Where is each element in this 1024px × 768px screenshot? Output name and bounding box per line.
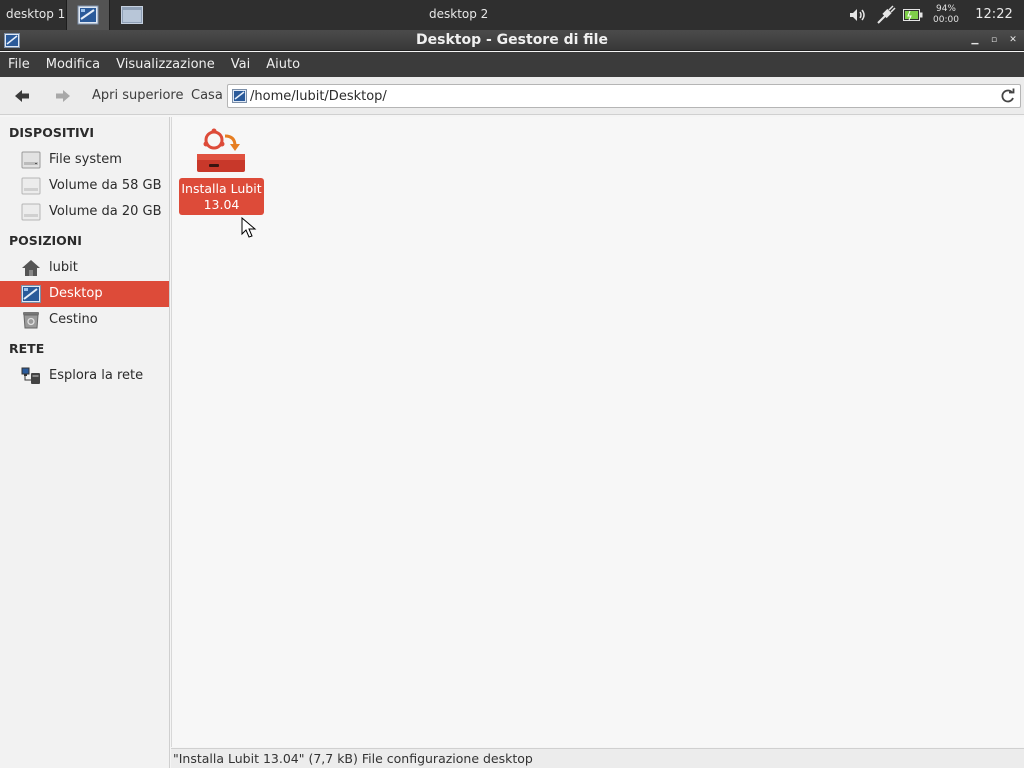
sidebar-item-desktop[interactable]: Desktop	[0, 281, 169, 307]
sidebar-item-volume-20gb[interactable]: Volume da 20 GB	[0, 199, 169, 225]
home-icon	[22, 260, 40, 276]
sidebar-item-volume-58gb[interactable]: Volume da 58 GB	[0, 173, 169, 199]
menu-view[interactable]: Visualizzazione	[108, 52, 223, 77]
minimize-button[interactable]: ▁	[968, 33, 982, 47]
sidebar-item-label: Esplora la rete	[49, 368, 144, 383]
home-button[interactable]: Casa	[191, 77, 223, 115]
sidebar-item-label: File system	[49, 152, 122, 167]
location-input[interactable]	[250, 87, 990, 105]
parent-folder-button[interactable]: Apri superiore	[92, 77, 183, 115]
trash-icon	[23, 312, 39, 329]
back-button[interactable]	[11, 86, 33, 106]
volume-icon[interactable]	[847, 0, 869, 30]
desktop-icon	[21, 285, 41, 303]
window-icon	[121, 6, 143, 24]
location-bar[interactable]	[227, 84, 1021, 108]
reload-icon[interactable]	[1000, 88, 1016, 104]
installer-icon	[197, 128, 245, 172]
close-button[interactable]: ✕	[1006, 33, 1020, 47]
drive-icon	[21, 177, 41, 195]
arrow-right-icon	[56, 90, 70, 102]
section-places: POSIZIONI	[9, 233, 82, 248]
battery-percent: 94%	[935, 4, 956, 14]
sidebar-item-trash[interactable]: Cestino	[0, 307, 169, 333]
desktop-icon	[77, 5, 99, 25]
menu-go[interactable]: Vai	[223, 52, 258, 77]
battery-icon[interactable]	[901, 0, 925, 30]
top-panel: desktop 1 desktop 2 94% 00:00 12:22	[0, 0, 1024, 30]
sidebar-item-label: Cestino	[49, 312, 98, 327]
drive-icon	[21, 151, 41, 169]
menu-edit[interactable]: Modifica	[38, 52, 108, 77]
workspace-1-button[interactable]: desktop 1	[0, 0, 66, 30]
network-plug-icon[interactable]	[874, 0, 898, 30]
maximize-button[interactable]: ▫	[987, 33, 1001, 47]
menu-file[interactable]: File	[0, 52, 38, 77]
menu-help[interactable]: Aiuto	[258, 52, 308, 77]
sidebar-item-filesystem[interactable]: File system	[0, 147, 169, 173]
window-title: Desktop - Gestore di file	[416, 32, 608, 48]
arrow-left-icon	[15, 90, 29, 102]
taskbar-file-manager-button[interactable]	[66, 0, 110, 30]
file-name-line2: 13.04	[203, 197, 240, 212]
sidebar-item-label: Volume da 20 GB	[49, 204, 162, 219]
taskbar-window-button[interactable]	[110, 0, 154, 30]
places-sidebar: DISPOSITIVI File system Volume da 58 GB …	[0, 117, 170, 768]
forward-button[interactable]	[52, 86, 74, 106]
network-icon	[21, 367, 40, 384]
drive-icon	[21, 203, 41, 221]
sidebar-item-label: Desktop	[49, 286, 103, 301]
sidebar-item-home[interactable]: lubit	[0, 255, 169, 281]
section-network: RETE	[9, 341, 45, 356]
battery-time: 00:00	[933, 15, 959, 25]
workspace-2-button[interactable]: desktop 2	[429, 0, 488, 30]
file-item-label: Installa Lubit 13.04	[179, 178, 264, 215]
clock[interactable]: 12:22	[968, 0, 1020, 30]
sidebar-item-browse-network[interactable]: Esplora la rete	[0, 363, 169, 389]
file-view[interactable]	[171, 117, 1024, 747]
sidebar-item-label: Volume da 58 GB	[49, 178, 162, 193]
desktop-icon	[232, 89, 247, 103]
section-devices: DISPOSITIVI	[9, 125, 94, 140]
statusbar: "Installa Lubit 13.04" (7,7 kB) File con…	[171, 748, 1024, 768]
menubar: File Modifica Visualizzazione Vai Aiuto	[0, 52, 1024, 77]
sidebar-item-label: lubit	[49, 260, 78, 275]
file-name-line1: Installa Lubit	[181, 181, 262, 196]
battery-status: 94% 00:00	[928, 0, 964, 30]
window-titlebar[interactable]: Desktop - Gestore di file ▁ ▫ ✕	[0, 30, 1024, 51]
mouse-cursor-icon	[241, 217, 257, 238]
